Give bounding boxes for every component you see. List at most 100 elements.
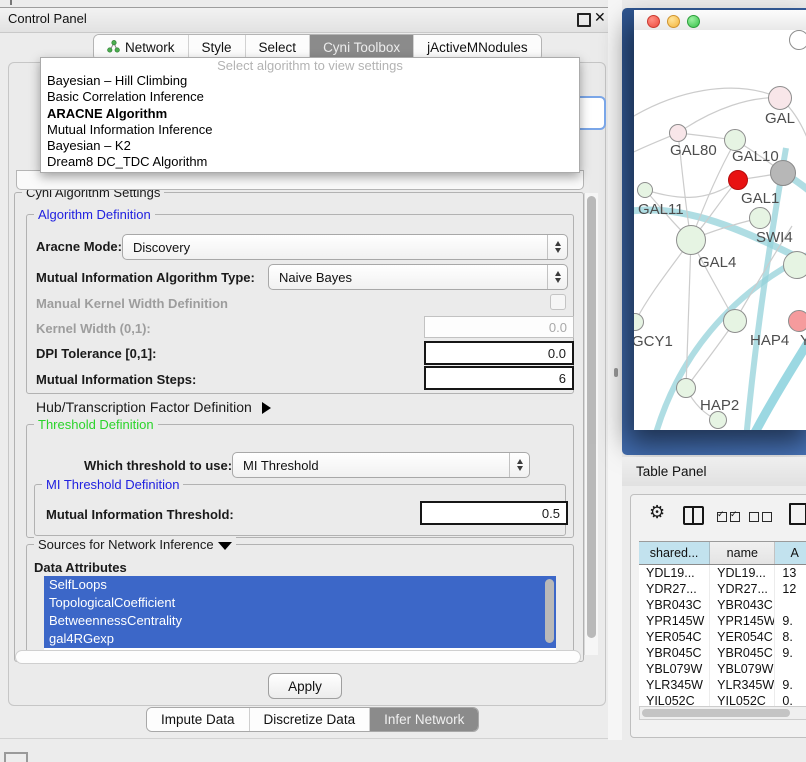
table-horizontal-scrollbar[interactable]: [639, 706, 806, 720]
cell-value: [775, 597, 806, 613]
table-panel-title: Table Panel: [636, 464, 707, 479]
dpi-tolerance-field[interactable]: 0.0: [424, 341, 574, 365]
cell-value: 0.: [775, 693, 806, 707]
tab-label: jActiveMNodules: [427, 40, 528, 55]
network-window-titlebar[interactable]: [634, 10, 806, 31]
column-header-name[interactable]: name: [710, 542, 775, 564]
cell-value: [775, 661, 806, 677]
node-label: GCY1: [634, 333, 673, 350]
node-label: GAL4: [698, 254, 736, 271]
node-gal80[interactable]: [669, 124, 687, 142]
float-window-icon[interactable]: [577, 13, 591, 27]
list-item-topologicalcoefficient[interactable]: TopologicalCoefficient: [44, 594, 556, 612]
dropdown-item-basic-correlation[interactable]: Basic Correlation Inference: [41, 89, 579, 105]
node-label: GAL10: [732, 148, 779, 165]
deselect-all-columns-icon[interactable]: [749, 510, 775, 525]
data-attributes-list: SelfLoops TopologicalCoefficient Between…: [44, 576, 556, 651]
dropdown-item-bayesian-hill-climbing[interactable]: Bayesian – Hill Climbing: [41, 73, 579, 89]
zoom-traffic-light-icon[interactable]: [687, 15, 700, 28]
node-gal1-selected[interactable]: [728, 170, 748, 190]
dpi-tolerance-label: DPI Tolerance [0,1]:: [36, 346, 156, 361]
select-all-columns-icon[interactable]: [717, 510, 743, 525]
node-attribute-combobox-partial[interactable]: [16, 170, 584, 190]
mi-threshold-field[interactable]: 0.5: [420, 501, 568, 525]
table-hscroll-thumb[interactable]: [642, 709, 790, 717]
aracne-mode-combobox[interactable]: Discovery: [122, 234, 568, 260]
node-label: GAL11: [638, 201, 684, 218]
table-row[interactable]: YDL19... YDL19... 13: [639, 565, 806, 581]
dropdown-item-dream8[interactable]: Dream8 DC_TDC Algorithm: [41, 154, 579, 170]
kernel-width-field[interactable]: 0.0: [424, 316, 574, 338]
dropdown-item-mutual-information[interactable]: Mutual Information Inference: [41, 122, 579, 138]
mi-threshold-label: Mutual Information Threshold:: [46, 507, 234, 522]
table-row[interactable]: YIL052C YIL052C 0.: [639, 693, 806, 707]
node-label: GAL1: [741, 190, 779, 207]
dropdown-item-aracne[interactable]: ARACNE Algorithm: [41, 106, 579, 122]
mi-type-value: Naive Bayes: [269, 270, 547, 285]
list-item-gal4rgexp[interactable]: gal4RGexp: [44, 630, 556, 648]
mi-type-combobox[interactable]: Naive Bayes: [268, 264, 568, 290]
mi-steps-field[interactable]: 6: [424, 366, 574, 390]
list-item-selfloops[interactable]: SelfLoops: [44, 576, 556, 594]
tab-discretize-data[interactable]: Discretize Data: [250, 708, 371, 731]
node-hap2[interactable]: [676, 378, 696, 398]
cell-shared-name: YPR145W: [639, 613, 710, 629]
table-row[interactable]: YBR045C YBR045C 9.: [639, 645, 806, 661]
table-row[interactable]: YPR145W YPR145W 9.: [639, 613, 806, 629]
apply-button[interactable]: Apply: [268, 673, 342, 699]
splitter-handle[interactable]: [614, 368, 618, 377]
cell-shared-name: YBR043C: [639, 597, 710, 613]
table-panel-card: ⚙ shared... name A YDL19... YDL19... 13 …: [630, 494, 806, 738]
hub-definition-expander[interactable]: Hub/Transcription Factor Definition: [36, 399, 271, 415]
node-gal11[interactable]: [637, 182, 653, 198]
export-table-icon[interactable]: [789, 503, 806, 525]
gear-icon[interactable]: ⚙: [649, 502, 665, 523]
node-hap4[interactable]: [723, 309, 747, 333]
close-window-icon[interactable]: ✕: [594, 9, 606, 26]
settings-vscroll-thumb[interactable]: [587, 196, 596, 638]
settings-vertical-scrollbar[interactable]: [584, 193, 598, 655]
node-swi4[interactable]: [749, 207, 771, 229]
table-body: YDL19... YDL19... 13 YDR27... YDR27... 1…: [639, 565, 806, 707]
cell-name: YER054C: [710, 629, 775, 645]
mi-threshold-group-title: MI Threshold Definition: [42, 477, 183, 492]
data-attributes-label: Data Attributes: [34, 560, 127, 575]
column-header-shared-name[interactable]: shared...: [639, 542, 710, 564]
cell-name: YDL19...: [710, 565, 775, 581]
node-partial-top[interactable]: [789, 30, 806, 50]
cell-shared-name: YLR345W: [639, 677, 710, 693]
node-partial-right[interactable]: [783, 251, 806, 279]
column-header-partial[interactable]: A: [775, 542, 806, 564]
dropdown-item-bayesian-k2[interactable]: Bayesian – K2: [41, 138, 579, 154]
list-item-betweennesscentrality[interactable]: BetweennessCentrality: [44, 612, 556, 630]
minimize-traffic-light-icon[interactable]: [667, 15, 680, 28]
settings-horizontal-scrollbar[interactable]: [15, 650, 581, 664]
node-gal4[interactable]: [676, 225, 706, 255]
table-row[interactable]: YER054C YER054C 8.: [639, 629, 806, 645]
algorithm-definition-title: Algorithm Definition: [34, 207, 155, 222]
which-threshold-combobox[interactable]: MI Threshold: [232, 452, 530, 478]
table-header-row: shared... name A: [639, 541, 806, 565]
table-row[interactable]: YLR345W YLR345W 9.: [639, 677, 806, 693]
node-y-partial[interactable]: [788, 310, 806, 332]
aracne-mode-label: Aracne Mode:: [36, 239, 122, 254]
network-canvas[interactable]: GAL GAL80 GAL10 GAL1 GAL11 SWI4 GAL4 GCY…: [634, 30, 806, 430]
tab-infer-network[interactable]: Infer Network: [370, 708, 478, 731]
dock-icon[interactable]: [4, 752, 28, 762]
close-traffic-light-icon[interactable]: [647, 15, 660, 28]
cell-value: 9.: [775, 677, 806, 693]
table-row[interactable]: YBR043C YBR043C: [639, 597, 806, 613]
table-row[interactable]: YBL079W YBL079W: [639, 661, 806, 677]
tab-label: Style: [202, 40, 232, 55]
column-split-icon[interactable]: [683, 506, 704, 525]
which-threshold-value: MI Threshold: [233, 458, 509, 473]
list-scrollbar-thumb[interactable]: [545, 579, 554, 643]
cell-value: 9.: [775, 645, 806, 661]
node-gal-right[interactable]: [768, 86, 792, 110]
node-label: SWI4: [756, 229, 793, 246]
manual-kernel-checkbox[interactable]: [550, 294, 566, 310]
tab-impute-data[interactable]: Impute Data: [147, 708, 250, 731]
threshold-definition-title: Threshold Definition: [34, 417, 158, 432]
mi-steps-value: 6: [559, 371, 566, 386]
table-row[interactable]: YDR27... YDR27... 12: [639, 581, 806, 597]
